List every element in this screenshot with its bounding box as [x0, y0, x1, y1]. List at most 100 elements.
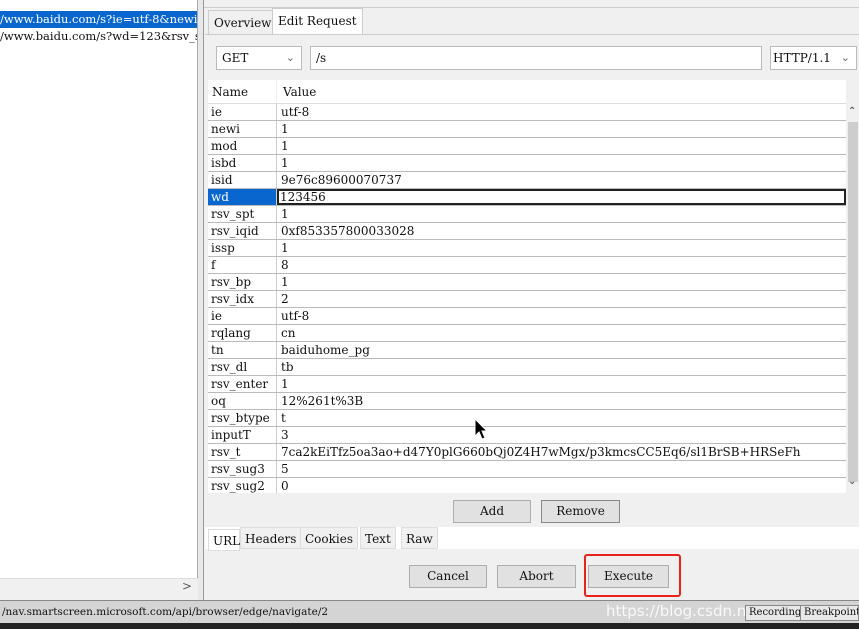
param-value[interactable]: tb: [277, 359, 846, 375]
tab-edit-request[interactable]: Edit Request: [272, 8, 363, 34]
scrollbar-thumb[interactable]: [848, 122, 858, 482]
table-row[interactable]: ie utf-8: [208, 104, 846, 121]
table-row[interactable]: ie utf-8: [208, 308, 846, 325]
table-row[interactable]: rsv_enter 1: [208, 376, 846, 393]
table-row[interactable]: rsv_sug3 5: [208, 461, 846, 478]
scroll-up-icon[interactable]: ⌃: [848, 106, 856, 117]
column-header-name[interactable]: Name: [208, 80, 277, 103]
param-value[interactable]: 0xf853357800033028: [277, 223, 846, 239]
param-name[interactable]: f: [208, 257, 277, 273]
tab-text[interactable]: Text: [360, 527, 396, 549]
table-row[interactable]: rsv_idx 2: [208, 291, 846, 308]
param-value[interactable]: 9e76c89600070737: [277, 172, 846, 188]
param-value[interactable]: 5: [277, 461, 846, 477]
param-name[interactable]: rsv_t: [208, 444, 277, 460]
table-row[interactable]: rsv_spt 1: [208, 206, 846, 223]
table-row[interactable]: mod 1: [208, 138, 846, 155]
tab-raw[interactable]: Raw: [401, 527, 438, 549]
param-value[interactable]: 1: [277, 240, 846, 256]
param-name[interactable]: rsv_dl: [208, 359, 277, 375]
param-name[interactable]: oq: [208, 393, 277, 409]
param-name[interactable]: rsv_bp: [208, 274, 277, 290]
session-item[interactable]: /www.baidu.com/s?ie=utf-8&newi=1&mod=1: [0, 11, 197, 28]
highlight-box: [584, 554, 681, 597]
param-name[interactable]: rsv_sug3: [208, 461, 277, 477]
tab-cookies[interactable]: Cookies: [300, 527, 358, 549]
param-value[interactable]: 1: [277, 155, 846, 171]
splitter[interactable]: [198, 0, 204, 600]
param-value[interactable]: utf-8: [277, 308, 846, 324]
param-name[interactable]: ie: [208, 308, 277, 324]
param-name[interactable]: rsv_iqid: [208, 223, 277, 239]
param-value[interactable]: 1: [277, 206, 846, 222]
table-row[interactable]: rqlang cn: [208, 325, 846, 342]
chevron-right-icon[interactable]: >: [182, 579, 192, 593]
param-name[interactable]: wd: [208, 189, 277, 205]
tab-headers[interactable]: Headers: [240, 527, 302, 549]
param-name[interactable]: ie: [208, 104, 277, 120]
table-row[interactable]: rsv_bp 1: [208, 274, 846, 291]
scroll-down-icon[interactable]: ⌄: [848, 476, 856, 487]
param-value[interactable]: cn: [277, 325, 846, 341]
abort-button[interactable]: Abort: [497, 565, 576, 588]
param-value[interactable]: 1: [277, 376, 846, 392]
table-row[interactable]: isbd 1: [208, 155, 846, 172]
param-name[interactable]: rqlang: [208, 325, 277, 341]
tab-overview[interactable]: Overview: [208, 10, 278, 34]
session-list[interactable]: /www.baidu.com/s?ie=utf-8&newi=1&mod=1 /…: [0, 0, 198, 596]
param-name[interactable]: rsv_idx: [208, 291, 277, 307]
table-row[interactable]: oq 12%261t%3B: [208, 393, 846, 410]
param-value[interactable]: 1: [277, 274, 846, 290]
column-header-value[interactable]: Value: [277, 80, 316, 103]
param-name[interactable]: inputT: [208, 427, 277, 443]
param-value[interactable]: 8: [277, 257, 846, 273]
remove-button[interactable]: Remove: [541, 500, 620, 523]
horizontal-scrollbar[interactable]: >: [0, 578, 198, 596]
param-name[interactable]: rsv_enter: [208, 376, 277, 392]
param-value[interactable]: utf-8: [277, 104, 846, 120]
table-row[interactable]: inputT 3: [208, 427, 846, 444]
param-name[interactable]: newi: [208, 121, 277, 137]
table-row[interactable]: rsv_dl tb: [208, 359, 846, 376]
table-row[interactable]: tn baiduhome_pg: [208, 342, 846, 359]
table-row[interactable]: wd 123456: [208, 189, 846, 206]
table-row[interactable]: f8: [208, 257, 846, 274]
method-select[interactable]: GET ⌄: [216, 46, 302, 70]
param-value[interactable]: t: [277, 410, 846, 426]
param-value[interactable]: 1: [277, 121, 846, 137]
add-button[interactable]: Add: [453, 500, 531, 523]
table-row[interactable]: rsv_t 7ca2kEiTfz5oa3ao+d47Y0plG660bQj0Z4H…: [208, 444, 846, 461]
recording-button[interactable]: Recording: [745, 605, 806, 621]
param-value[interactable]: 7ca2kEiTfz5oa3ao+d47Y0plG660bQj0Z4H7wMgx…: [277, 444, 846, 460]
param-value[interactable]: 0: [277, 478, 846, 493]
table-row[interactable]: newi 1: [208, 121, 846, 138]
param-name[interactable]: rsv_btype: [208, 410, 277, 426]
param-name[interactable]: isid: [208, 172, 277, 188]
param-value[interactable]: 123456: [277, 189, 846, 205]
param-value[interactable]: 12%261t%3B: [277, 393, 846, 409]
param-name[interactable]: rsv_sug2: [208, 478, 277, 493]
param-value[interactable]: 1: [277, 138, 846, 154]
table-row[interactable]: isid 9e76c89600070737: [208, 172, 846, 189]
tab-url[interactable]: URL: [208, 529, 240, 551]
protocol-select[interactable]: HTTP/1.1 ⌄: [770, 46, 857, 70]
param-value[interactable]: 3: [277, 427, 846, 443]
vertical-scrollbar[interactable]: ⌃ ⌄: [846, 104, 859, 493]
table-row[interactable]: rsv_sug2 0: [208, 478, 846, 493]
param-name[interactable]: isbd: [208, 155, 277, 171]
param-name[interactable]: mod: [208, 138, 277, 154]
table-row[interactable]: rsv_iqid 0xf853357800033028: [208, 223, 846, 240]
param-value[interactable]: 2: [277, 291, 846, 307]
table-row[interactable]: issp 1: [208, 240, 846, 257]
param-name[interactable]: issp: [208, 240, 277, 256]
param-name[interactable]: tn: [208, 342, 277, 358]
cancel-button[interactable]: Cancel: [409, 565, 487, 588]
param-value[interactable]: baiduhome_pg: [277, 342, 846, 358]
session-item[interactable]: /www.baidu.com/s?wd=123&rsv_spt=1: [0, 28, 197, 45]
param-name[interactable]: rsv_spt: [208, 206, 277, 222]
query-params-grid[interactable]: Name Value ie utf-8 newi 1 mod 1 isbd 1 isid 9e76…: [208, 80, 846, 493]
breakpoints-button[interactable]: Breakpoints: [800, 605, 859, 621]
taskbar-edge: [0, 623, 859, 629]
path-input[interactable]: /s: [310, 46, 762, 70]
table-row[interactable]: rsv_btype t: [208, 410, 846, 427]
